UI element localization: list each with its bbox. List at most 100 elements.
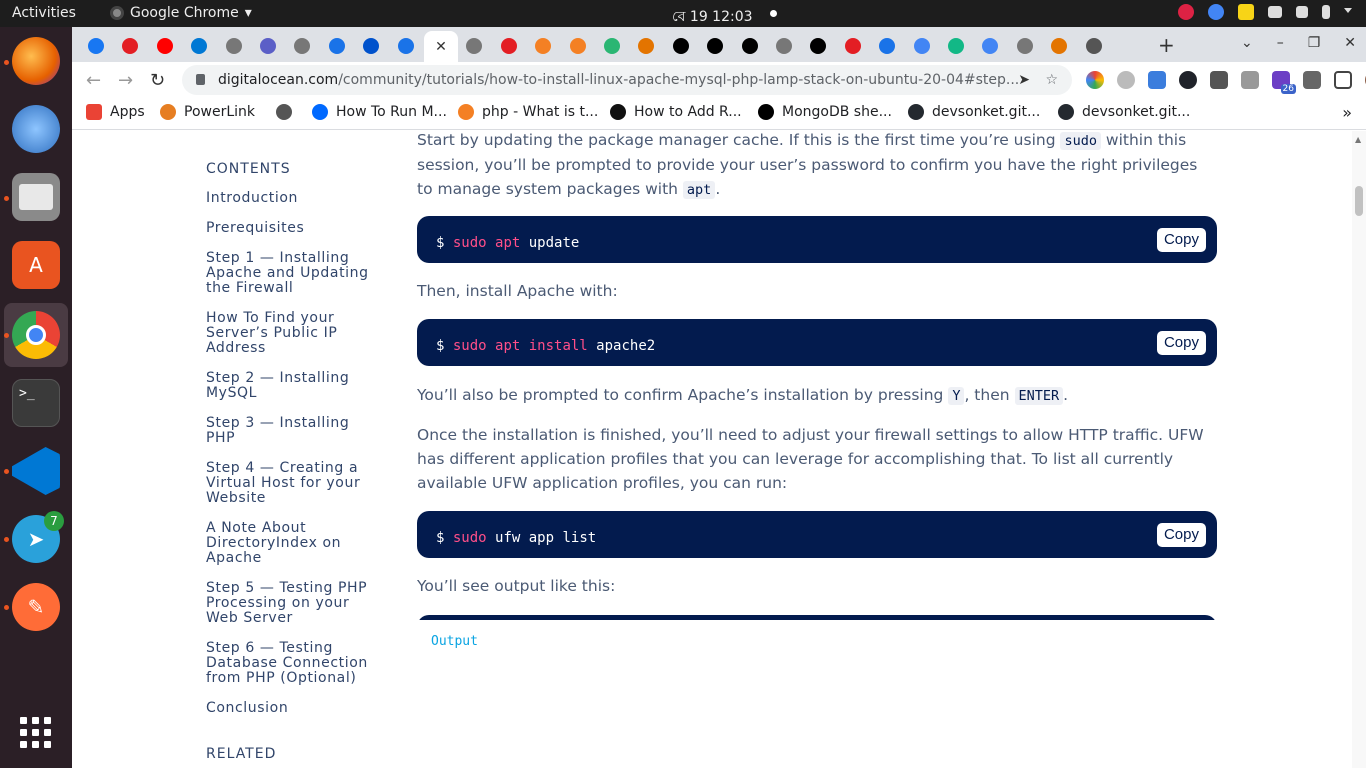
- puzzle-extensions-icon[interactable]: [1303, 71, 1321, 89]
- chrome-icon[interactable]: [12, 311, 60, 359]
- browser-tab[interactable]: [734, 33, 766, 59]
- browser-tab[interactable]: [286, 33, 318, 59]
- tray-app-icon[interactable]: [1178, 4, 1194, 20]
- thunderbird-icon[interactable]: [12, 105, 60, 153]
- firefox-icon[interactable]: [12, 37, 60, 85]
- minimize-icon[interactable]: –: [1277, 35, 1284, 51]
- toc-link[interactable]: Introduction: [206, 191, 381, 206]
- browser-tab[interactable]: [974, 33, 1006, 59]
- browser-tab[interactable]: [871, 33, 903, 59]
- browser-tab[interactable]: [458, 33, 490, 59]
- more-bookmarks-icon[interactable]: »: [1342, 103, 1352, 122]
- extension-arrow-icon[interactable]: [1210, 71, 1228, 89]
- activities-button[interactable]: Activities: [12, 5, 76, 21]
- app-menu[interactable]: Google Chrome ▾: [110, 5, 252, 21]
- show-applications-icon[interactable]: [20, 717, 52, 749]
- reload-icon[interactable]: ↻: [150, 70, 165, 91]
- toc-link[interactable]: Step 5 — Testing PHP Processing on your …: [206, 581, 381, 626]
- browser-tab[interactable]: [596, 33, 628, 59]
- close-window-icon[interactable]: ✕: [1344, 35, 1356, 51]
- browser-tab[interactable]: [837, 33, 869, 59]
- browser-tab[interactable]: [630, 33, 662, 59]
- address-bar[interactable]: digitalocean.com/community/tutorials/how…: [182, 65, 1072, 95]
- bookmark-item[interactable]: devsonket.git...: [908, 104, 1040, 120]
- toc-link[interactable]: Step 3 — Installing PHP: [206, 416, 381, 446]
- react-devtools-icon[interactable]: [1179, 71, 1197, 89]
- forward-arrow-icon[interactable]: →: [118, 70, 133, 91]
- notes-extension-icon[interactable]: [1241, 71, 1259, 89]
- globe-extension-icon[interactable]: [1117, 71, 1135, 89]
- toc-link[interactable]: Step 2 — Installing MySQL: [206, 371, 381, 401]
- browser-tab[interactable]: [527, 33, 559, 59]
- files-icon[interactable]: [12, 173, 60, 221]
- copy-button[interactable]: Copy: [1156, 523, 1206, 547]
- bookmark-item[interactable]: How to Add R...: [610, 104, 742, 120]
- browser-tab[interactable]: [80, 33, 112, 59]
- extension-app-icon[interactable]: [1148, 71, 1166, 89]
- bookmark-item[interactable]: php - What is t...: [458, 104, 598, 120]
- toc-link[interactable]: Step 4 — Creating a Virtual Host for you…: [206, 461, 381, 506]
- bookmark-item[interactable]: MongoDB she...: [758, 104, 892, 120]
- bookmark-item[interactable]: How To Run M...: [312, 104, 447, 120]
- browser-tab[interactable]: [1009, 33, 1041, 59]
- bookmark-star-icon[interactable]: ☆: [1045, 65, 1058, 95]
- color-picker-icon[interactable]: [1086, 71, 1104, 89]
- toc-link[interactable]: Step 6 — Testing Database Connection fro…: [206, 641, 381, 686]
- tab-search-icon[interactable]: ⌄: [1241, 35, 1253, 51]
- scroll-up-arrow-icon[interactable]: ▲: [1355, 135, 1361, 144]
- text: .: [715, 180, 721, 198]
- software-icon[interactable]: A: [12, 241, 60, 289]
- bookmark-item[interactable]: PowerLink: [160, 104, 255, 120]
- browser-tab[interactable]: [562, 33, 594, 59]
- network-icon[interactable]: [1268, 6, 1282, 18]
- browser-tab[interactable]: [940, 33, 972, 59]
- toc-link[interactable]: Prerequisites: [206, 221, 381, 236]
- badge-extension-icon[interactable]: 26: [1272, 71, 1296, 94]
- tray-notes-icon[interactable]: [1238, 4, 1254, 20]
- tray-chrome-icon[interactable]: [1208, 4, 1224, 20]
- browser-tab[interactable]: [183, 33, 215, 59]
- tab-active[interactable]: ✕: [424, 31, 458, 62]
- browser-tab[interactable]: [321, 33, 353, 59]
- browser-tab[interactable]: [218, 33, 250, 59]
- browser-tab[interactable]: [802, 33, 834, 59]
- side-panel-icon[interactable]: [1334, 71, 1352, 89]
- browser-tab[interactable]: [355, 33, 387, 59]
- copy-button[interactable]: Copy: [1156, 228, 1206, 252]
- bookmark-item[interactable]: Apps: [86, 104, 145, 120]
- browser-tab[interactable]: [768, 33, 800, 59]
- system-tray[interactable]: [1178, 4, 1352, 20]
- browser-tab[interactable]: [1043, 33, 1075, 59]
- toc-link[interactable]: How To Find your Server’s Public IP Addr…: [206, 311, 381, 356]
- scrollbar[interactable]: ▲: [1352, 131, 1366, 768]
- postman-icon[interactable]: ✎: [12, 583, 60, 631]
- maximize-icon[interactable]: ❐: [1308, 35, 1321, 51]
- volume-icon[interactable]: [1296, 6, 1308, 18]
- browser-tab[interactable]: [252, 33, 284, 59]
- toc-link[interactable]: Step 1 — Installing Apache and Updating …: [206, 251, 381, 296]
- clock[interactable]: বে 19 12:03: [672, 5, 753, 29]
- new-tab-button[interactable]: +: [1158, 33, 1175, 57]
- battery-icon[interactable]: [1322, 5, 1330, 19]
- scrollbar-thumb[interactable]: [1355, 186, 1363, 216]
- power-menu-icon[interactable]: [1344, 8, 1352, 16]
- toc-link[interactable]: Conclusion: [206, 701, 381, 716]
- browser-tab[interactable]: [665, 33, 697, 59]
- vscode-icon[interactable]: [12, 447, 60, 495]
- send-tab-icon[interactable]: ➤: [1018, 65, 1030, 95]
- telegram-icon[interactable]: ➤ 7: [12, 511, 64, 563]
- browser-tab[interactable]: [114, 33, 146, 59]
- browser-tab[interactable]: [699, 33, 731, 59]
- copy-button[interactable]: Copy: [1156, 331, 1206, 355]
- terminal-icon[interactable]: >_: [12, 379, 60, 427]
- browser-tab[interactable]: [149, 33, 181, 59]
- browser-tab[interactable]: [493, 33, 525, 59]
- back-arrow-icon[interactable]: ←: [86, 70, 101, 91]
- browser-tab[interactable]: [390, 33, 422, 59]
- toc-link[interactable]: A Note About DirectoryIndex on Apache: [206, 521, 381, 566]
- browser-tab[interactable]: [1078, 33, 1110, 59]
- bookmark-item[interactable]: [276, 104, 300, 120]
- close-tab-icon[interactable]: ✕: [435, 39, 447, 55]
- bookmark-item[interactable]: devsonket.git...: [1058, 104, 1190, 120]
- browser-tab[interactable]: [906, 33, 938, 59]
